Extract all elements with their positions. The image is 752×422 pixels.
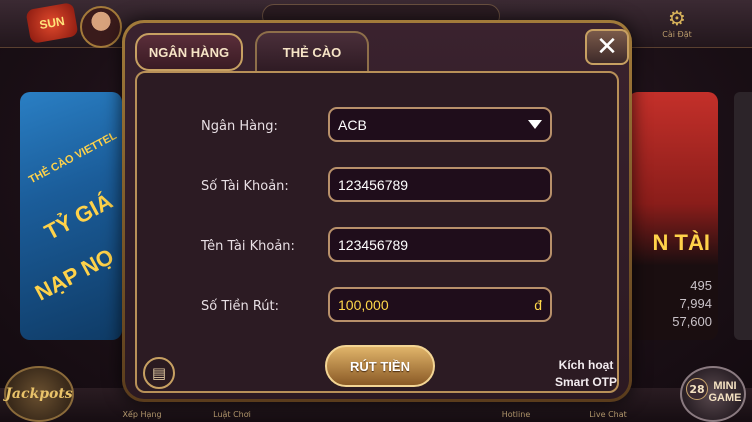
tab-bank[interactable]: NGÂN HÀNG: [135, 33, 243, 71]
promo-line: TỶ GIÁ: [40, 188, 117, 245]
otp-line: Smart OTP: [554, 375, 617, 389]
dialog-body: THẺ CÀO NGÂN HÀNG ✕ Ngân Hàng: ACB Số Tà…: [125, 23, 629, 399]
avatar[interactable]: [80, 6, 122, 48]
tab-card[interactable]: THẺ CÀO: [255, 31, 369, 71]
currency-symbol: đ: [534, 296, 542, 313]
jackpot-value: 495: [690, 278, 712, 293]
nav-live-chat[interactable]: Live Chat: [578, 410, 638, 419]
side-panel-edge: [734, 92, 752, 340]
bank-select[interactable]: ACB: [328, 107, 552, 142]
chevron-down-icon: [528, 120, 542, 129]
minigame-label: MINI GAME: [708, 380, 742, 404]
receipt-icon: ▤: [151, 364, 167, 382]
promo-banner-left[interactable]: THẺ CÀO VIETTEL TỶ GIÁ NẠP NỌ: [20, 92, 122, 340]
game-title: N TÀI: [652, 230, 710, 255]
nav-ranking[interactable]: Xếp Hạng: [112, 410, 172, 419]
jackpot-value: 7,994: [679, 296, 712, 311]
settings-label: Cài Đặt: [662, 30, 692, 39]
promo-line: NẠP NỌ: [30, 243, 118, 306]
jackpots-button[interactable]: Jackpots: [4, 366, 74, 422]
amount-input[interactable]: [338, 296, 535, 313]
sun-logo: SUN: [25, 2, 79, 44]
game-banner-right[interactable]: N TÀI 495 7,994 57,600: [628, 92, 718, 340]
bank-form-panel: Ngân Hàng: ACB Số Tài Khoản: Tên Tài Kho…: [135, 71, 619, 393]
promo-line: THẺ CÀO VIETTEL: [26, 129, 119, 187]
nav-hotline[interactable]: Hotline: [486, 410, 546, 419]
smart-otp-link[interactable]: Kích hoạt Smart OTP: [541, 357, 631, 391]
minigame-button[interactable]: 28 MINI GAME: [680, 366, 746, 422]
amount-field[interactable]: đ: [328, 287, 552, 322]
jackpot-value: 57,600: [672, 314, 712, 329]
account-number-label: Số Tài Khoản:: [201, 179, 289, 194]
amount-label: Số Tiền Rút:: [201, 299, 280, 314]
account-number-field[interactable]: [328, 167, 552, 202]
account-name-field[interactable]: [328, 227, 552, 262]
bank-label: Ngân Hàng:: [201, 119, 278, 134]
withdraw-dialog: THẺ CÀO NGÂN HÀNG ✕ Ngân Hàng: ACB Số Tà…: [122, 20, 632, 402]
close-icon: ✕: [596, 32, 618, 62]
account-number-input[interactable]: [338, 176, 542, 193]
close-button[interactable]: ✕: [585, 29, 629, 65]
nav-rules[interactable]: Luật Chơi: [202, 410, 262, 419]
withdraw-button[interactable]: RÚT TIỀN: [325, 345, 435, 387]
bank-select-value: ACB: [338, 116, 367, 133]
otp-line: Kích hoạt: [558, 358, 614, 372]
account-name-label: Tên Tài Khoản:: [201, 239, 295, 254]
gear-icon[interactable]: ⚙: [660, 6, 694, 30]
history-button[interactable]: ▤: [143, 357, 175, 389]
account-name-input[interactable]: [338, 236, 542, 253]
